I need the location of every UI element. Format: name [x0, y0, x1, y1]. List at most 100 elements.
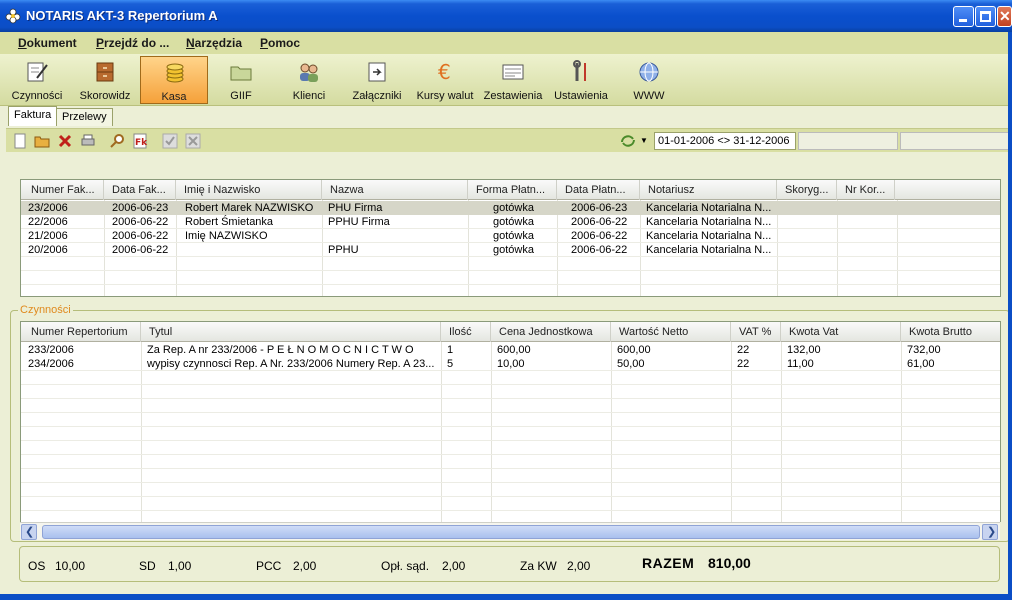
cell-ilosc: 1 [447, 344, 454, 356]
toolbar-zestawienia-button[interactable]: Zestawienia [479, 56, 547, 104]
menu-pomoc[interactable]: Pomoc [260, 36, 300, 50]
toolbar-skorowidz-button[interactable]: Skorowidz [71, 56, 139, 104]
menu-narzedzia[interactable]: Narzędzia [186, 36, 242, 50]
toolbar-label: Klienci [292, 90, 326, 102]
open-folder-icon[interactable] [34, 133, 50, 149]
search-icon[interactable] [109, 133, 125, 149]
toolbar-label: GIIF [230, 90, 252, 102]
maximize-button[interactable] [975, 6, 996, 27]
sd-value: 1,00 [168, 559, 192, 573]
col-vat-procent[interactable]: VAT % [731, 322, 781, 342]
report-icon [502, 64, 524, 80]
toolbar-giif-button[interactable]: GIIF [207, 56, 275, 104]
col-skorygowana[interactable]: Skoryg... [777, 180, 837, 200]
scroll-right-button[interactable]: ❯ [982, 524, 998, 540]
cell-numer: 23/2006 [28, 202, 68, 214]
col-numer-faktury[interactable]: Numer Fak... [23, 180, 104, 200]
cell-kwota-brutto: 61,00 [907, 358, 935, 370]
table-row[interactable]: 23/2006 2006-06-23 Robert Marek NAZWISKO… [21, 201, 1000, 215]
correction-invoice-icon[interactable]: Fk [132, 133, 148, 149]
toolbar-ustawienia-button[interactable]: Ustawienia [547, 56, 615, 104]
cell-nazwa: PHU Firma [328, 202, 383, 214]
filter-field-1[interactable] [798, 132, 898, 150]
toolbar-kasa-button[interactable]: Kasa [140, 56, 208, 104]
refresh-filter-icon[interactable] [620, 133, 636, 149]
scroll-thumb[interactable] [42, 525, 980, 539]
date-range-field[interactable]: 01-01-2006 <> 31-12-2006 [654, 132, 796, 150]
col-nazwa[interactable]: Nazwa [322, 180, 468, 200]
os-label: OS [28, 559, 46, 573]
col-kwota-brutto[interactable]: Kwota Brutto [901, 322, 1000, 342]
sd-label: SD [139, 559, 156, 573]
toolbar-label: Kasa [161, 91, 187, 103]
col-data-faktury[interactable]: Data Fak... [104, 180, 176, 200]
scroll-left-button[interactable]: ❮ [21, 524, 37, 540]
cell-forma: gotówka [493, 202, 534, 214]
cell-notariusz: Kancelaria Notarialna N... [646, 202, 772, 214]
cell-kwota-brutto: 732,00 [907, 344, 941, 356]
cell-data: 2006-06-22 [112, 244, 169, 256]
horizontal-scrollbar[interactable]: ❮ ❯ [20, 522, 1000, 540]
main-toolbar: Czynności Skorowidz Kasa GIIF Klienci Za… [0, 54, 1012, 106]
invoices-grid[interactable]: Numer Fak... Data Fak... Imię i Nazwisko… [20, 179, 1001, 297]
totals-summary: OS 10,00 SD 1,00 PCC 2,00 Opł. sąd. 2,00… [19, 546, 1000, 582]
col-forma-platnosci[interactable]: Forma Płatn... [468, 180, 557, 200]
filter-field-2[interactable] [900, 132, 1012, 150]
cell-kwota-vat: 132,00 [787, 344, 821, 356]
toolbar-label: Czynności [11, 90, 63, 102]
activities-grid[interactable]: Numer Repertorium Tytul Ilość Cena Jedno… [20, 321, 1001, 522]
razem-label: RAZEM [642, 555, 695, 571]
cell-vat-procent: 22 [737, 358, 750, 370]
tab-przelewy[interactable]: Przelewy [56, 108, 113, 126]
col-notariusz[interactable]: Notariusz [640, 180, 777, 200]
cell-nazwa [323, 229, 468, 243]
cell-nazwa: PPHU Firma [328, 216, 390, 228]
toolbar-czynnosci-button[interactable]: Czynności [3, 56, 71, 104]
cell-data-platn: 2006-06-23 [571, 202, 628, 214]
table-row[interactable]: 233/2006 Za Rep. A nr 233/2006 - P E Ł N… [21, 343, 1000, 357]
menu-bar: Dokument Przejdź do ... Narzędzia Pomoc [0, 32, 1012, 54]
col-ilosc[interactable]: Ilość [441, 322, 491, 342]
col-imie-nazwisko[interactable]: Imię i Nazwisko [176, 180, 322, 200]
cell-imie: Imię NAZWISKO [185, 230, 268, 242]
col-cena-jednostkowa[interactable]: Cena Jednostkowa [491, 322, 611, 342]
svg-text:Fk: Fk [135, 138, 148, 148]
toolbar-zalaczniki-button[interactable]: Załączniki [343, 56, 411, 104]
toolbar-label: Załączniki [352, 90, 402, 102]
toolbar-kursy-walut-button[interactable]: € Kursy walut [411, 56, 479, 104]
cell-data-platn: 2006-06-22 [571, 230, 628, 242]
toolbar-klienci-button[interactable]: Klienci [275, 56, 343, 104]
tab-faktura[interactable]: Faktura [8, 106, 58, 126]
table-row[interactable]: 20/2006 2006-06-22 PPHU gotówka 2006-06-… [21, 243, 1000, 257]
table-row[interactable]: 234/2006 wypisy czynnosci Rep. A Nr. 233… [21, 357, 1000, 371]
delete-icon[interactable] [57, 133, 73, 149]
cell-forma: gotówka [493, 216, 534, 228]
dropdown-arrow-icon[interactable]: ▼ [640, 136, 648, 145]
menu-dokument[interactable]: Dokument [18, 36, 77, 50]
col-data-platnosci[interactable]: Data Płatn... [557, 180, 640, 200]
cell-data: 2006-06-22 [112, 216, 169, 228]
toolbar-label: Zestawienia [483, 90, 543, 102]
col-wartosc-netto[interactable]: Wartość Netto [611, 322, 731, 342]
menu-przejdz-do[interactable]: Przejdź do ... [96, 36, 169, 50]
minimize-button[interactable] [953, 6, 974, 27]
print-icon[interactable] [80, 133, 96, 149]
col-kwota-vat[interactable]: Kwota Vat [781, 322, 901, 342]
toolbar-label: Kursy walut [416, 90, 474, 102]
col-nr-korekty[interactable]: Nr Kor... [837, 180, 895, 200]
attachment-icon [368, 62, 386, 82]
euro-icon: € [438, 60, 451, 84]
cell-imie: Robert Marek NAZWISKO [185, 202, 314, 214]
close-button[interactable]: ✕ [997, 6, 1012, 27]
table-row[interactable]: 22/2006 2006-06-22 Robert Śmietanka PPHU… [21, 215, 1000, 229]
col-numer-repertorium[interactable]: Numer Repertorium [23, 322, 141, 342]
invoices-header: Numer Fak... Data Fak... Imię i Nazwisko… [21, 180, 1000, 200]
new-document-icon[interactable] [12, 133, 28, 149]
table-row[interactable]: 21/2006 2006-06-22 Imię NAZWISKO gotówka… [21, 229, 1000, 243]
toolbar-www-button[interactable]: WWW [615, 56, 683, 104]
cell-numer: 22/2006 [28, 216, 68, 228]
approve-icon[interactable] [162, 133, 178, 149]
cancel-icon[interactable] [185, 133, 201, 149]
cell-forma: gotówka [493, 244, 534, 256]
col-tytul[interactable]: Tytul [141, 322, 441, 342]
